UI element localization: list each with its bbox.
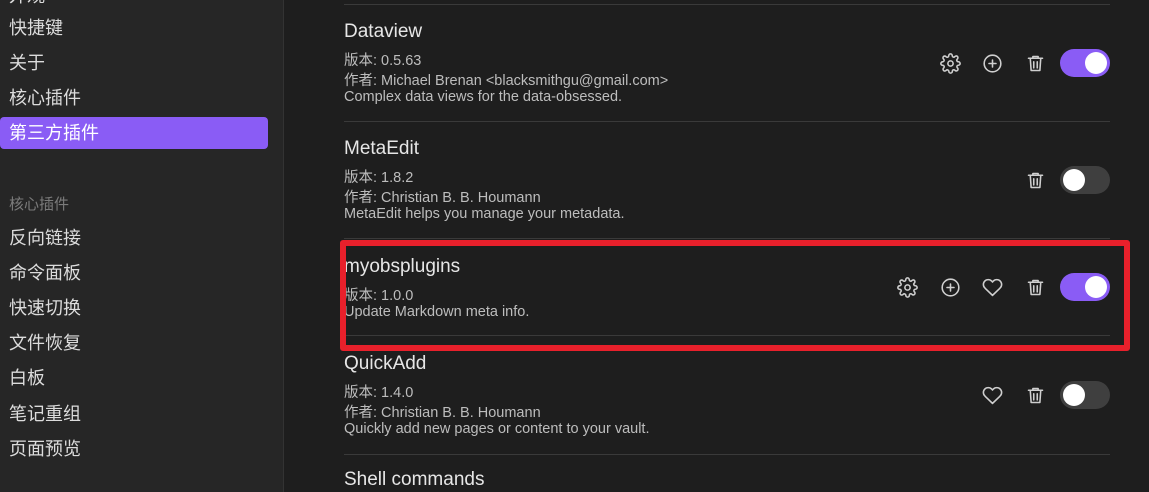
sidebar-item-core-plugins[interactable]: 核心插件 [0,82,268,114]
sidebar-item-community-plugins[interactable]: 第三方插件 [0,117,268,149]
plugin-name: Shell commands [344,469,485,490]
plugin-author: 作者: Christian B. B. Houmann [344,190,541,206]
divider [344,4,1110,5]
toggle-knob [1085,52,1107,74]
sidebar-item-hotkeys[interactable]: 快捷键 [0,12,268,44]
sidebar-item-command-palette[interactable]: 命令面板 [0,257,268,289]
plugin-name: myobsplugins [344,256,461,277]
divider [344,238,1110,239]
plugin-description: Complex data views for the data-obsessed… [344,89,623,105]
sidebar-section-header: 核心插件 [9,196,70,213]
toggle-knob [1063,169,1085,191]
sidebar-item-appearance-partial[interactable]: 外观 [9,0,45,6]
plugin-description: Quickly add new pages or content to your… [344,421,650,437]
plugin-name: Dataview [344,21,423,42]
trash-icon[interactable] [1022,274,1048,300]
trash-icon[interactable] [1022,50,1048,76]
sidebar-item-page-preview[interactable]: 页面预览 [0,433,268,465]
plugin-enable-toggle[interactable] [1060,49,1110,77]
heart-icon[interactable] [979,382,1005,408]
plus-circle-icon[interactable] [979,50,1005,76]
plugin-version: 版本: 1.8.2 [344,170,414,186]
plugin-version: 版本: 0.5.63 [344,53,422,69]
divider [344,454,1110,455]
sidebar-item-about[interactable]: 关于 [0,47,268,79]
plugin-list: Dataview 版本: 0.5.63 作者: Michael Brenan <… [284,0,1149,492]
toggle-knob [1063,384,1085,406]
plugin-version: 版本: 1.4.0 [344,385,414,401]
plugin-author: 作者: Christian B. B. Houmann [344,405,541,421]
settings-sidebar: 外观 快捷键 关于 核心插件 第三方插件 核心插件 反向链接 命令面板 快速切换… [0,0,284,492]
trash-icon[interactable] [1022,382,1048,408]
divider [344,335,1110,336]
plugin-version: 版本: 1.0.0 [344,288,414,304]
trash-icon[interactable] [1022,167,1048,193]
heart-icon[interactable] [979,274,1005,300]
gear-icon[interactable] [894,274,920,300]
plugin-description: Update Markdown meta info. [344,304,530,320]
plugin-enable-toggle[interactable] [1060,273,1110,301]
gear-icon[interactable] [937,50,963,76]
plugin-name: QuickAdd [344,353,427,374]
sidebar-item-canvas[interactable]: 白板 [0,362,268,394]
plugin-description: MetaEdit helps you manage your metadata. [344,206,625,222]
sidebar-item-quick-switcher[interactable]: 快速切换 [0,292,268,324]
plugin-name: MetaEdit [344,138,419,159]
plugin-enable-toggle[interactable] [1060,381,1110,409]
sidebar-item-file-recovery[interactable]: 文件恢复 [0,327,268,359]
plugin-author: 作者: Michael Brenan <blacksmithgu@gmail.c… [344,73,669,89]
sidebar-item-note-composer[interactable]: 笔记重组 [0,398,268,430]
plugin-enable-toggle[interactable] [1060,166,1110,194]
plus-circle-icon[interactable] [937,274,963,300]
divider [344,121,1110,122]
sidebar-item-backlinks[interactable]: 反向链接 [0,222,268,254]
toggle-knob [1085,276,1107,298]
